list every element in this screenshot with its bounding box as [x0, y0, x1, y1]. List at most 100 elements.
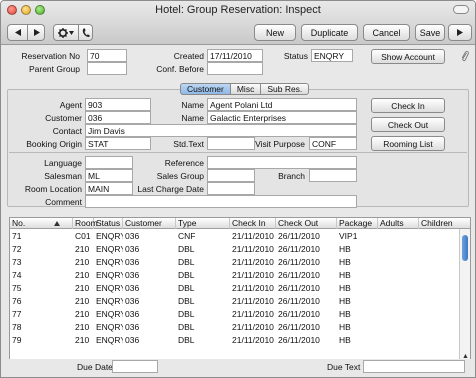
- cell-no: 76: [12, 296, 22, 306]
- cell-customer: 036: [125, 322, 140, 332]
- next-page-button[interactable]: [448, 24, 472, 41]
- table-row[interactable]: 76 210 ENQRY036 DBL 21/11/2010 26/11/2010 HB: [10, 295, 458, 307]
- column-header-type[interactable]: Type: [176, 218, 230, 229]
- tab-customer[interactable]: Customer: [180, 83, 231, 95]
- due-date-label: Due Date: [77, 362, 113, 372]
- salesman-field[interactable]: ML: [85, 169, 133, 182]
- table-row[interactable]: 71 C01 ENQRY036 CNF 21/11/2010 26/11/2010 VIP1: [10, 230, 458, 242]
- cell-check-in: 21/11/2010: [232, 257, 274, 267]
- next-record-button[interactable]: [27, 25, 46, 40]
- show-account-button[interactable]: Show Account: [371, 49, 445, 64]
- previous-arrow-icon: [14, 29, 21, 36]
- cell-check-in: 21/11/2010: [232, 283, 274, 293]
- cell-check-in: 21/11/2010: [232, 244, 274, 254]
- column-header-status[interactable]: Status: [94, 218, 123, 229]
- column-header-customer[interactable]: Customer: [123, 218, 176, 229]
- cell-no: 71: [12, 231, 22, 241]
- room-location-field[interactable]: MAIN: [85, 182, 133, 195]
- column-header-room[interactable]: Room: [73, 218, 98, 229]
- reference-label: Reference: [164, 158, 204, 168]
- contact-field[interactable]: Jim Davis: [85, 124, 357, 137]
- cell-room: 210: [75, 270, 90, 280]
- cell-check-out: 26/11/2010: [278, 322, 320, 332]
- phone-button[interactable]: [78, 25, 94, 40]
- cell-customer: 036: [125, 270, 140, 280]
- cell-package: HB: [339, 257, 351, 267]
- due-date-field[interactable]: [112, 360, 158, 373]
- table-row[interactable]: 73 210 ENQRY036 DBL 21/11/2010 26/11/2010 HB: [10, 256, 458, 268]
- table-row[interactable]: 79 210 ENQRY036 DBL 21/11/2010 26/11/2010 HB: [10, 334, 458, 346]
- created-label: Created: [173, 51, 204, 61]
- cell-check-out: 26/11/2010: [278, 296, 320, 306]
- comment-field[interactable]: [85, 195, 357, 208]
- cell-package: HB: [339, 309, 351, 319]
- last-charge-date-field[interactable]: [207, 182, 255, 195]
- operations-menu-button[interactable]: [54, 25, 78, 40]
- language-field[interactable]: [85, 156, 133, 169]
- column-header-no[interactable]: No.: [10, 218, 73, 229]
- cell-package: HB: [339, 296, 351, 306]
- sales-group-field[interactable]: [207, 169, 255, 182]
- branch-field[interactable]: [309, 169, 357, 182]
- visit-purpose-label: Visit Purpose: [255, 139, 305, 149]
- previous-record-button[interactable]: [8, 25, 27, 40]
- customer-field[interactable]: 036: [85, 111, 151, 124]
- column-header-children[interactable]: Children: [419, 218, 470, 229]
- paperclip-icon[interactable]: [461, 50, 469, 62]
- toolbar-toggle-button[interactable]: [453, 5, 469, 14]
- cancel-button[interactable]: Cancel: [363, 24, 410, 41]
- new-button[interactable]: New: [254, 24, 296, 41]
- cell-customer: 036: [125, 231, 140, 241]
- agent-field[interactable]: 903: [85, 98, 151, 111]
- scrollbar-thumb[interactable]: [462, 235, 468, 261]
- column-header-check-in[interactable]: Check In: [230, 218, 276, 229]
- cell-type: DBL: [178, 335, 195, 345]
- save-button[interactable]: Save: [415, 24, 445, 41]
- cell-check-out: 26/11/2010: [278, 231, 320, 241]
- conf-before-field[interactable]: [207, 62, 263, 75]
- cell-type: DBL: [178, 283, 195, 293]
- status-field[interactable]: ENQRY: [311, 49, 353, 62]
- cell-room: 210: [75, 335, 90, 345]
- last-charge-date-label: Last Charge Date: [137, 184, 204, 194]
- cell-no: 79: [12, 335, 22, 345]
- column-header-check-out[interactable]: Check Out: [276, 218, 337, 229]
- reservation-no-field[interactable]: 70: [87, 49, 127, 62]
- table-row[interactable]: 75 210 ENQRY036 DBL 21/11/2010 26/11/2010 HB: [10, 282, 458, 294]
- table-row[interactable]: 72 210 ENQRY036 DBL 21/11/2010 26/11/2010 HB: [10, 243, 458, 255]
- parent-group-label: Parent Group: [28, 64, 80, 74]
- cell-room: 210: [75, 257, 90, 267]
- cell-customer: 036: [125, 309, 140, 319]
- cell-status: ENQRY: [96, 283, 123, 293]
- duplicate-button[interactable]: Duplicate: [301, 24, 358, 41]
- column-header-adults[interactable]: Adults: [378, 218, 419, 229]
- tab-sub-res[interactable]: Sub Res.: [260, 83, 310, 95]
- cell-status: ENQRY: [96, 309, 123, 319]
- reference-field[interactable]: [207, 156, 357, 169]
- rooming-list-button[interactable]: Rooming List: [371, 136, 445, 151]
- cell-check-in: 21/11/2010: [232, 322, 274, 332]
- table-row[interactable]: 77 210 ENQRY036 DBL 21/11/2010 26/11/2010 HB: [10, 308, 458, 320]
- window-title: Hotel: Group Reservation: Inspect: [155, 4, 321, 16]
- check-in-button[interactable]: Check In: [371, 98, 445, 113]
- agent-name-field[interactable]: Agent Polani Ltd: [207, 98, 357, 111]
- cell-room: 210: [75, 296, 90, 306]
- check-out-button[interactable]: Check Out: [371, 117, 445, 132]
- tab-misc[interactable]: Misc: [229, 83, 262, 95]
- table-row[interactable]: 78 210 ENQRY036 DBL 21/11/2010 26/11/2010 HB: [10, 321, 458, 333]
- created-field[interactable]: 17/11/2010: [207, 49, 263, 62]
- due-text-label: Due Text: [327, 362, 361, 372]
- due-text-field[interactable]: [363, 360, 465, 373]
- visit-purpose-field[interactable]: CONF: [309, 137, 357, 150]
- language-label: Language: [44, 158, 82, 168]
- cell-type: DBL: [178, 257, 195, 267]
- booking-origin-field[interactable]: STAT: [85, 137, 151, 150]
- column-header-package[interactable]: Package: [337, 218, 378, 229]
- std-text-field[interactable]: [207, 137, 255, 150]
- table-scrollbar[interactable]: ▲ ▼: [459, 229, 470, 368]
- table-row[interactable]: 74 210 ENQRY036 DBL 21/11/2010 26/11/2010 HB: [10, 269, 458, 281]
- action-tools: [53, 24, 93, 41]
- parent-group-field[interactable]: [87, 62, 127, 75]
- customer-name-field[interactable]: Galactic Enterprises: [207, 111, 357, 124]
- cell-adults: [378, 308, 419, 320]
